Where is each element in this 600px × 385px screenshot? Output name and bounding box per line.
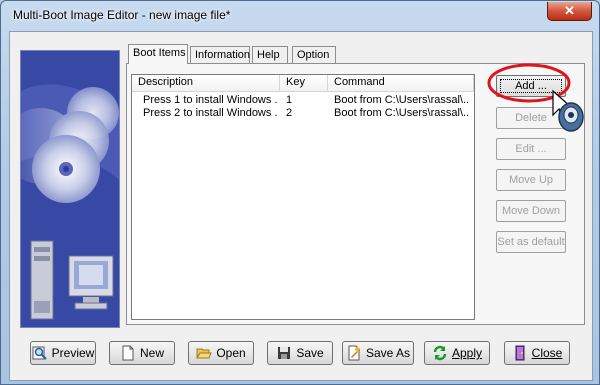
cell-command: Boot from C:\Users\rassal\... xyxy=(334,107,468,119)
magnifier-icon xyxy=(32,345,48,361)
set-as-default-button-label: Set as default xyxy=(497,236,565,248)
set-as-default-button[interactable]: Set as default xyxy=(496,231,566,253)
new-button[interactable]: New xyxy=(109,341,175,365)
cell-key: 1 xyxy=(286,94,293,106)
close-icon: ✕ xyxy=(564,3,575,18)
tab-help[interactable]: Help xyxy=(252,46,288,63)
delete-button-label: Delete xyxy=(515,112,547,124)
table-row[interactable]: Press 1 to install Windows ... 1 Boot fr… xyxy=(132,94,474,107)
close-button[interactable]: Close xyxy=(504,341,570,365)
open-button[interactable]: Open xyxy=(188,341,254,365)
close-button-label: Close xyxy=(531,346,563,360)
apply-button[interactable]: Apply xyxy=(424,341,490,365)
open-button-label: Open xyxy=(216,346,246,360)
side-banner-image xyxy=(20,50,120,328)
cell-description: Press 1 to install Windows ... xyxy=(143,94,277,106)
new-button-label: New xyxy=(139,346,164,360)
save-button-label: Save xyxy=(296,346,324,360)
preview-button-label: Preview xyxy=(51,346,95,360)
tab-label: Help xyxy=(257,49,280,61)
save-as-button[interactable]: Save As xyxy=(342,341,414,365)
cell-command: Boot from C:\Users\rassal\... xyxy=(334,94,468,106)
table-row[interactable]: Press 2 to install Windows ... 2 Boot fr… xyxy=(132,107,474,120)
cd-computer-illustration xyxy=(21,51,119,327)
title-bar[interactable]: Multi-Boot Image Editor - new image file… xyxy=(9,4,539,26)
mouse-cursor-icon xyxy=(552,89,584,132)
edit-button-label: Edit ... xyxy=(515,143,547,155)
boot-items-list[interactable]: Description Key Command Press 1 to insta… xyxy=(131,74,475,320)
tab-label: Information xyxy=(195,49,251,61)
move-up-button-label: Move Up xyxy=(508,174,554,186)
cell-key: 2 xyxy=(286,107,293,119)
save-as-button-label: Save As xyxy=(365,346,411,360)
move-down-button-label: Move Down xyxy=(501,205,561,217)
column-header-command[interactable]: Command xyxy=(328,75,474,91)
move-up-button[interactable]: Move Up xyxy=(496,169,566,191)
apply-button-label: Apply xyxy=(451,346,483,360)
column-header-description[interactable]: Description xyxy=(132,75,280,91)
edit-button[interactable]: Edit ... xyxy=(496,138,566,160)
tab-label: Boot Items xyxy=(133,47,186,59)
tab-information[interactable]: Information xyxy=(190,46,250,63)
cell-description: Press 2 to install Windows ... xyxy=(143,107,277,119)
tab-boot-items[interactable]: Boot Items xyxy=(128,44,188,64)
exit-door-icon xyxy=(512,345,528,361)
window-close-button[interactable]: ✕ xyxy=(547,2,592,21)
tab-option[interactable]: Option xyxy=(292,46,336,63)
tab-label: Option xyxy=(297,49,330,61)
window-title: Multi-Boot Image Editor - new image file… xyxy=(13,8,231,22)
app-window: Multi-Boot Image Editor - new image file… xyxy=(0,0,600,385)
list-header: Description Key Command xyxy=(132,75,474,92)
folder-open-icon xyxy=(196,345,213,361)
move-down-button[interactable]: Move Down xyxy=(496,200,566,222)
floppy-disk-icon xyxy=(276,345,292,361)
new-file-icon xyxy=(120,345,136,361)
save-as-icon xyxy=(346,345,362,361)
refresh-icon xyxy=(432,345,448,361)
column-header-key[interactable]: Key xyxy=(280,75,328,91)
save-button[interactable]: Save xyxy=(267,341,333,365)
preview-button[interactable]: Preview xyxy=(30,341,96,365)
